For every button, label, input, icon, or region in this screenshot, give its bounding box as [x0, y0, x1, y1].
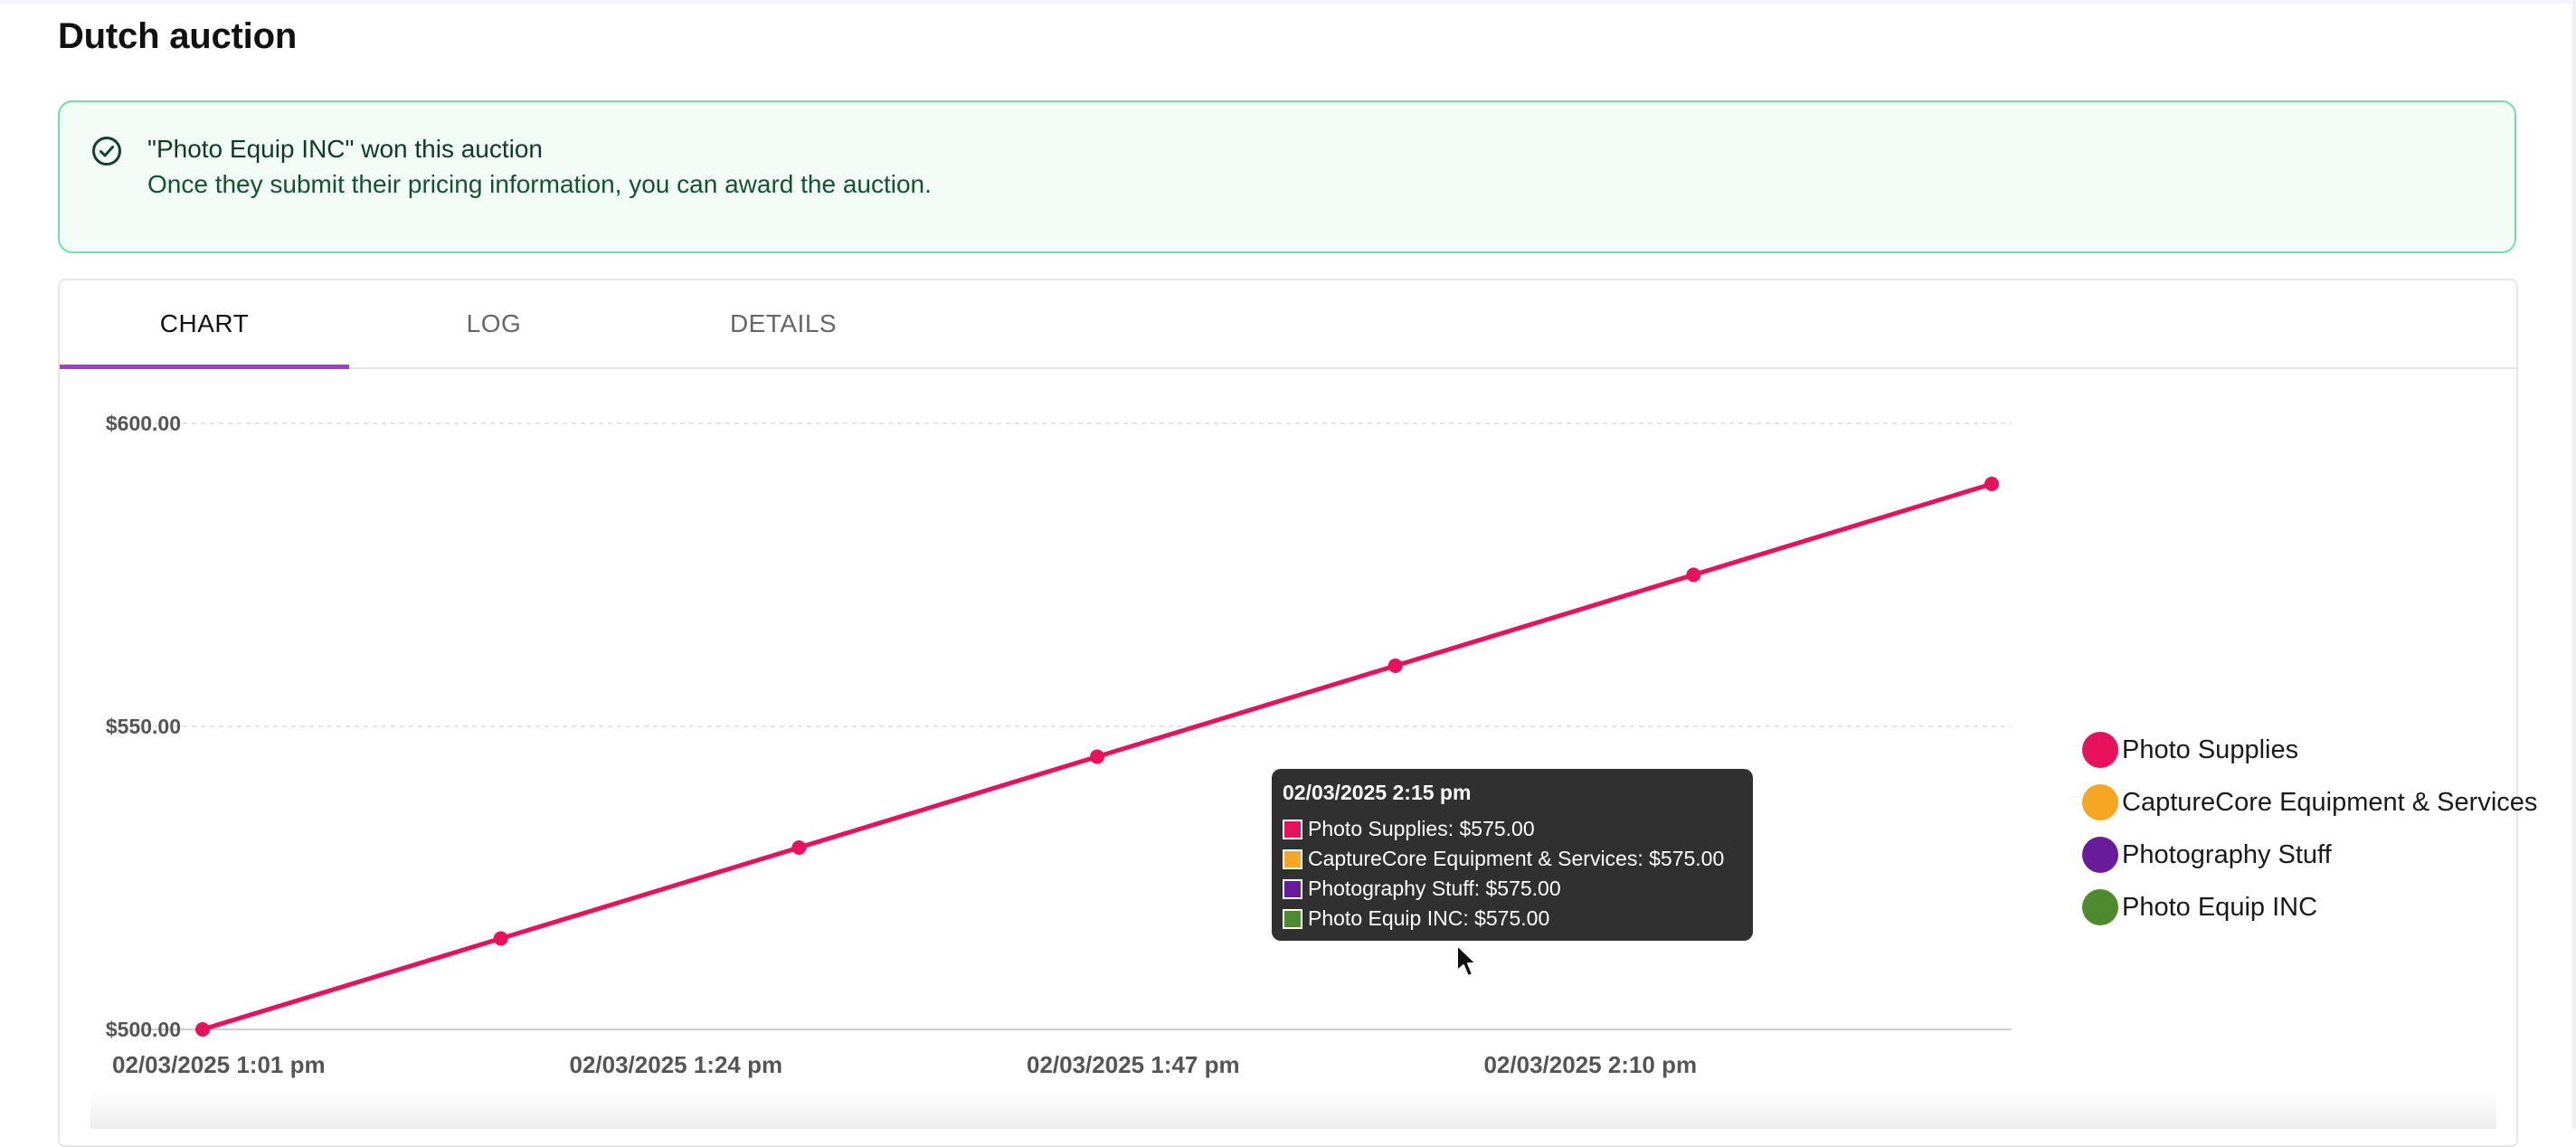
price-chart[interactable]: $500.00 $550.00 $600.00 02/03/2025 1:01 pm 0… — [60, 280, 2516, 1145]
y-tick-label: $600.00 — [106, 412, 181, 435]
legend-item[interactable]: Photo Supplies — [2082, 724, 2537, 776]
data-point[interactable] — [1686, 567, 1701, 583]
alert-description: Once they submit their pricing informati… — [147, 170, 932, 198]
tooltip-row: CaptureCore Equipment & Services: $575.0… — [1283, 844, 1742, 874]
legend-label: CaptureCore Equipment & Services — [2122, 787, 2538, 817]
chart-legend: Photo Supplies CaptureCore Equipment & Se… — [2082, 724, 2537, 934]
x-tick-label: 02/03/2025 1:24 pm — [569, 1051, 782, 1078]
legend-swatch — [2082, 837, 2118, 873]
alert-title: "Photo Equip INC" won this auction — [147, 135, 544, 163]
tooltip-label: Photography Stuff: $575.00 — [1308, 877, 1561, 900]
tooltip-swatch — [1283, 878, 1302, 899]
legend-item[interactable]: CaptureCore Equipment & Services — [2082, 776, 2537, 829]
x-tick-label: 02/03/2025 2:10 pm — [1483, 1051, 1697, 1078]
tooltip-label: Photo Supplies: $575.00 — [1308, 817, 1535, 840]
tooltip-swatch — [1283, 848, 1302, 869]
legend-item[interactable]: Photography Stuff — [2082, 829, 2537, 881]
data-point[interactable] — [493, 931, 508, 946]
y-tick-label: $550.00 — [106, 715, 181, 738]
chart-tooltip: 02/03/2025 2:15 pm Photo Supplies: $575.… — [1272, 769, 1753, 941]
legend-label: Photo Equip INC — [2122, 892, 2318, 922]
bottom-shadow — [90, 1085, 2496, 1129]
data-point[interactable] — [791, 840, 807, 855]
x-tick-label: 02/03/2025 1:47 pm — [1027, 1051, 1240, 1078]
mouse-pointer-icon — [1456, 944, 1477, 977]
tooltip-row: Photo Supplies: $575.00 — [1283, 814, 1742, 844]
tooltip-swatch — [1283, 819, 1302, 839]
data-point[interactable] — [1984, 477, 2000, 491]
winner-alert: "Photo Equip INC" won this auction Once … — [58, 100, 2516, 253]
data-point[interactable] — [195, 1022, 210, 1037]
legend-swatch — [2082, 784, 2118, 820]
legend-label: Photography Stuff — [2122, 839, 2332, 869]
auction-panel: CHART LOG DETAILS $500.00 $550.00 $600.00 0… — [58, 279, 2537, 1147]
legend-label: Photo Supplies — [2122, 735, 2299, 764]
check-circle-icon — [92, 137, 121, 166]
data-point[interactable] — [1090, 749, 1105, 764]
data-point[interactable] — [1387, 659, 1403, 673]
tooltip-row: Photography Stuff: $575.00 — [1283, 874, 1742, 904]
legend-swatch — [2082, 732, 2118, 768]
x-tick-label: 02/03/2025 1:01 pm — [112, 1051, 326, 1078]
legend-swatch — [2082, 889, 2118, 925]
top-edge — [0, 0, 2576, 4]
y-tick-label: $500.00 — [106, 1018, 181, 1041]
tooltip-swatch — [1283, 908, 1302, 929]
tooltip-label: CaptureCore Equipment & Services: $575.0… — [1308, 847, 1725, 870]
legend-item[interactable]: Photo Equip INC — [2082, 881, 2537, 934]
tooltip-label: Photo Equip INC: $575.00 — [1308, 906, 1550, 930]
scrollbar-track[interactable] — [2572, 0, 2576, 1129]
tooltip-title: 02/03/2025 2:15 pm — [1283, 781, 1472, 804]
tooltip-row: Photo Equip INC: $575.00 — [1283, 904, 1742, 934]
page-title: Dutch auction — [58, 16, 298, 56]
